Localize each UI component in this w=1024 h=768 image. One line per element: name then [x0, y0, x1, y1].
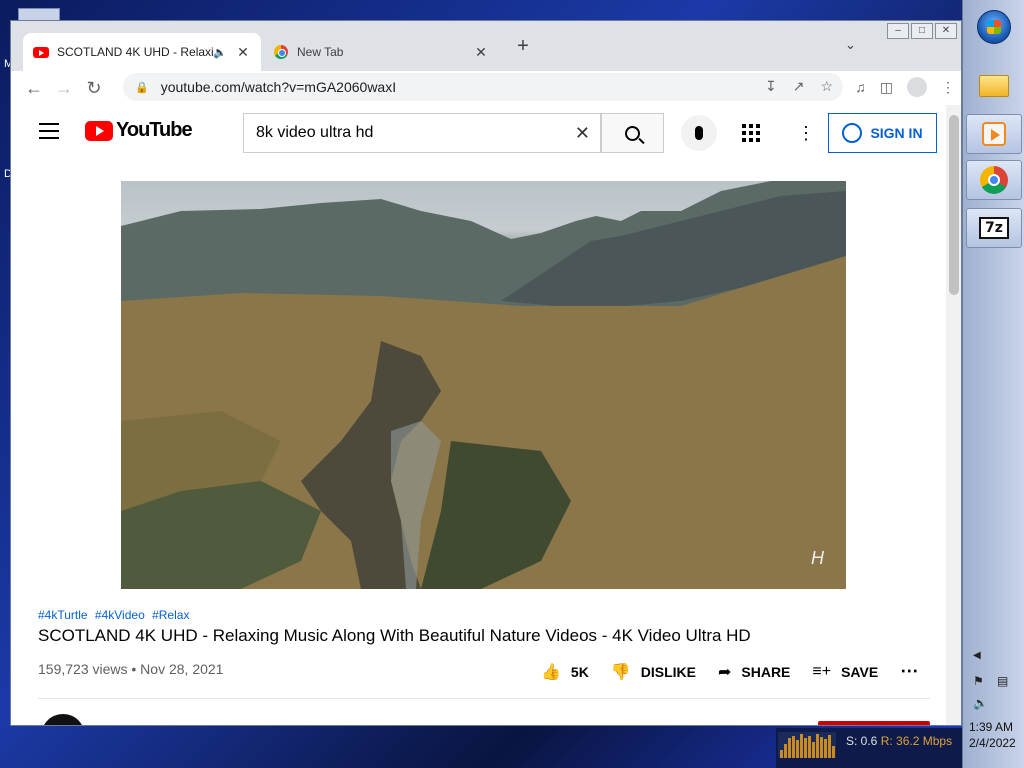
show-hidden-icons-icon[interactable]: ◀: [973, 650, 981, 661]
clock-date: 2/4/2022: [969, 736, 1016, 750]
video-player[interactable]: H: [121, 181, 846, 589]
save-label: SAVE: [841, 663, 879, 680]
sign-in-label: SIGN IN: [870, 125, 923, 141]
clear-search-icon[interactable]: ✕: [575, 123, 590, 144]
hashtag-link[interactable]: #4kTurtle: [38, 608, 88, 622]
tab-youtube[interactable]: SCOTLAND 4K UHD - Relaxing 🔈 ✕: [23, 33, 261, 71]
side-panel-icon[interactable]: ◫: [880, 79, 893, 96]
video-title: SCOTLAND 4K UHD - Relaxing Music Along W…: [38, 626, 751, 645]
share-icon[interactable]: ↗: [793, 78, 805, 95]
chrome-icon: [980, 166, 1008, 194]
new-tab-button[interactable]: +: [511, 35, 535, 58]
clock-time: 1:39 AM: [969, 720, 1014, 734]
share-button[interactable]: ➦ SHARE: [718, 662, 790, 682]
menu-icon[interactable]: [39, 123, 59, 139]
youtube-icon: [33, 44, 49, 60]
dislike-button[interactable]: 👎 DISLIKE: [611, 662, 696, 682]
video-actions: 👍 5K 👎 DISLIKE ➦ SHARE ≡+ SAVE ⋯: [541, 661, 919, 682]
close-window-button[interactable]: ✕: [935, 23, 957, 39]
action-center-flag-icon[interactable]: ⚑: [973, 674, 984, 688]
close-tab-icon[interactable]: ✕: [473, 44, 489, 61]
7zip-icon: 7z: [979, 217, 1009, 239]
back-button[interactable]: ←: [19, 78, 49, 99]
tab-new-tab[interactable]: New Tab ✕: [263, 33, 499, 71]
youtube-logo[interactable]: YouTube: [85, 119, 193, 142]
dislike-label: DISLIKE: [640, 663, 696, 680]
taskbar-explorer[interactable]: [966, 66, 1022, 106]
forward-button[interactable]: →: [49, 78, 79, 99]
channel-watermark: H: [811, 548, 824, 568]
hashtag-link[interactable]: #Relax: [152, 608, 189, 622]
like-count: 5K: [570, 663, 589, 680]
scrollbar-thumb[interactable]: [949, 115, 959, 295]
voice-search-button[interactable]: [681, 115, 717, 151]
browser-toolbar: ← → ↻ 🔒 youtube.com/watch?v=mGA2060waxI …: [11, 71, 961, 105]
thumbs-up-icon: 👍: [541, 663, 561, 681]
youtube-play-icon: [85, 120, 113, 141]
taskbar-media-player[interactable]: [966, 114, 1022, 154]
hashtag-list: #4kTurtle #4kVideo #Relax: [38, 608, 193, 622]
apps-grid-icon[interactable]: [742, 124, 760, 142]
taskbar-7zip[interactable]: 7z: [966, 208, 1022, 248]
system-clock[interactable]: 1:39 AM 2/4/2022: [969, 719, 1016, 751]
search-input[interactable]: 8k video ultra hd ✕: [243, 113, 601, 153]
profile-avatar[interactable]: [907, 77, 927, 97]
subscribe-button[interactable]: [818, 721, 930, 725]
search-button[interactable]: [601, 113, 664, 153]
browser-window: SCOTLAND 4K UHD - Relaxing 🔈 ✕ New Tab ✕…: [10, 20, 962, 726]
divider: [38, 698, 930, 699]
network-meter: S: 0.6 R: 36.2 Mbps: [776, 728, 962, 768]
url-text: youtube.com/watch?v=mGA2060waxI: [160, 79, 397, 95]
maximize-button[interactable]: □: [911, 23, 933, 39]
chrome-icon: [273, 44, 289, 60]
lock-icon[interactable]: 🔒: [135, 81, 149, 94]
page-scrollbar[interactable]: [946, 105, 961, 725]
folder-icon: [979, 75, 1009, 97]
search-icon: [625, 125, 640, 141]
youtube-header: YouTube 8k video ultra hd ✕ ⋮ SIGN IN: [11, 105, 946, 161]
thumbs-down-icon: 👎: [610, 663, 631, 681]
chrome-menu-icon[interactable]: ⋮: [941, 79, 955, 96]
network-icon[interactable]: ▤: [997, 674, 1008, 688]
network-graph: [778, 732, 836, 758]
taskbar: 7z ◀ ⚑ ▤ 🔊 1:39 AM 2/4/2022: [962, 0, 1024, 768]
sign-in-button[interactable]: SIGN IN: [828, 113, 937, 153]
volume-icon[interactable]: 🔊: [973, 696, 988, 710]
tab-search-chevron-icon[interactable]: ⌄: [845, 37, 856, 53]
microphone-icon: [695, 126, 703, 140]
window-controls: – □ ✕: [887, 23, 957, 39]
more-actions-icon[interactable]: ⋯: [900, 661, 919, 682]
send-speed: S: 0.6: [846, 734, 878, 748]
reload-button[interactable]: ↻: [79, 78, 109, 99]
playlist-add-icon: ≡+: [812, 662, 832, 680]
search-query: 8k video ultra hd: [256, 124, 374, 141]
channel-avatar[interactable]: [41, 714, 85, 725]
tab-strip: SCOTLAND 4K UHD - Relaxing 🔈 ✕ New Tab ✕…: [11, 21, 961, 71]
receive-speed: R: 36.2 Mbps: [880, 734, 953, 748]
settings-menu-icon[interactable]: ⋮: [797, 123, 815, 144]
account-icon: [842, 123, 863, 143]
address-bar[interactable]: 🔒 youtube.com/watch?v=mGA2060waxI ↧ ↗ ☆: [123, 73, 843, 101]
share-arrow-icon: ➦: [717, 663, 732, 681]
like-button[interactable]: 👍 5K: [541, 662, 589, 682]
install-icon[interactable]: ↧: [765, 78, 777, 95]
hashtag-link[interactable]: #4kVideo: [95, 608, 145, 622]
media-control-icon[interactable]: ♫: [855, 79, 866, 95]
media-player-icon: [982, 122, 1006, 146]
tab-title: New Tab: [297, 45, 344, 59]
video-meta: 159,723 views • Nov 28, 2021: [38, 661, 224, 677]
video-frame: [121, 181, 846, 589]
start-button[interactable]: [977, 10, 1011, 44]
youtube-wordmark: YouTube: [116, 119, 193, 141]
minimize-button[interactable]: –: [887, 23, 909, 39]
watch-page: H #4kTurtle #4kVideo #Relax SCOTLAND 4K …: [11, 161, 946, 725]
close-tab-icon[interactable]: ✕: [235, 44, 251, 61]
taskbar-chrome[interactable]: [966, 160, 1022, 200]
speaker-icon[interactable]: 🔈: [213, 46, 227, 59]
share-label: SHARE: [741, 663, 791, 680]
save-button[interactable]: ≡+ SAVE: [812, 663, 878, 681]
bookmark-star-icon[interactable]: ☆: [820, 78, 833, 95]
network-speed: S: 0.6 R: 36.2 Mbps: [846, 734, 952, 748]
tab-title: SCOTLAND 4K UHD - Relaxing: [57, 45, 214, 59]
